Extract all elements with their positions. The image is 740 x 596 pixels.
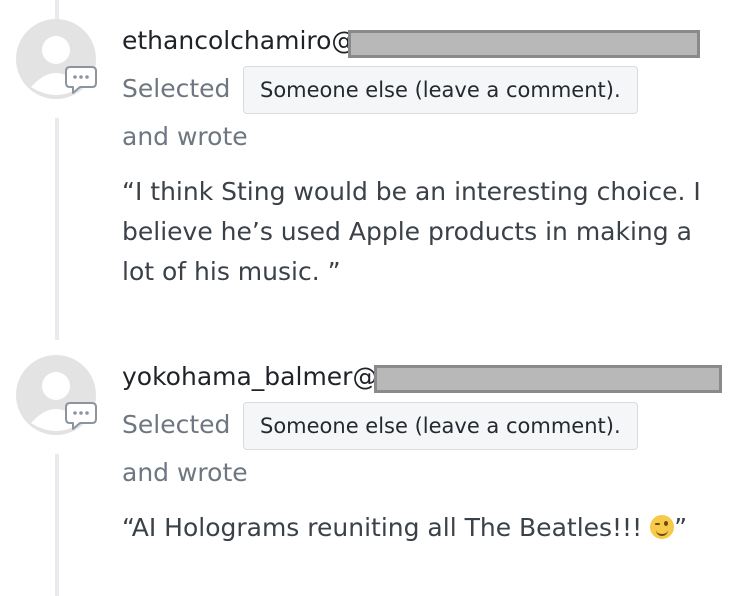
poll-choice-badge: Someone else (leave a comment). (243, 402, 638, 450)
comment-text: “AI Holograms reuniting all The Beatles!… (122, 508, 722, 548)
comment-entry: ethancolchamiro@ Selected Someone else (… (0, 0, 740, 340)
comment-bubble-icon (65, 402, 97, 430)
winking-face-icon (650, 515, 675, 539)
selected-label: Selected (122, 74, 231, 103)
selected-label: Selected (122, 410, 231, 439)
username[interactable]: ethancolchamiro@ (122, 26, 356, 55)
wrote-label: and wrote (122, 122, 248, 151)
wrote-label: and wrote (122, 458, 248, 487)
redacted-email (374, 365, 722, 393)
username[interactable]: yokohama_balmer@ (122, 362, 377, 391)
comment-entry: yokohama_balmer@ Selected Someone else (… (0, 340, 740, 596)
comment-text: “I think Sting would be an interesting c… (122, 177, 701, 286)
comment-text-end: ” (674, 513, 688, 542)
comment-bubble-icon (65, 66, 97, 94)
poll-choice-badge: Someone else (leave a comment). (243, 66, 638, 114)
comment-text-start: “AI Holograms reuniting all The Beatles!… (122, 513, 651, 542)
redacted-email (348, 30, 700, 58)
